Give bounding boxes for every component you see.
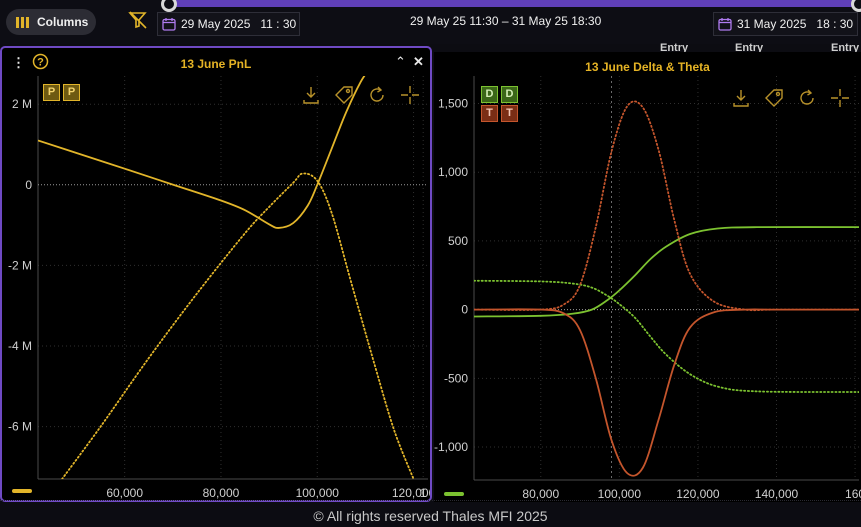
series-line-1 <box>61 172 415 479</box>
panel-title: 13 June Delta & Theta <box>585 60 710 74</box>
y-tick-label: 1,000 <box>438 165 468 179</box>
pnl-chart-panel: 2 M 0 -2 M -4 M -6 M 60,000 80,000 100,000 120,0… <box>0 46 432 502</box>
y-tick-label: 0 <box>25 178 32 192</box>
chart-toolbar <box>301 85 421 110</box>
legend-item-pnl-today[interactable]: P <box>43 84 60 101</box>
start-date-text: 29 May 2025 <box>181 17 251 31</box>
crosshair-icon[interactable] <box>401 86 419 104</box>
legend-item-delta-today[interactable]: D <box>481 86 498 103</box>
calendar-icon <box>162 18 176 31</box>
crosshair-icon[interactable] <box>831 89 849 107</box>
x-tick-label: 140,000 <box>755 487 799 501</box>
time-range-slider[interactable] <box>161 0 861 12</box>
copyright-footer: © All rights reserved Thales MFI 2025 <box>313 508 548 524</box>
pnl-chart[interactable]: 2 M0-2 M-4 M-6 M60,000 80,000 100,000 120,0… <box>2 48 430 500</box>
download-icon[interactable] <box>733 90 749 107</box>
y-tick-label: 0 <box>461 303 468 317</box>
reset-icon[interactable] <box>370 86 384 102</box>
y-tick-label: -500 <box>444 371 468 385</box>
x-tick-label: 100,000 <box>598 487 642 501</box>
start-time-text: 11 : 30 <box>260 17 297 31</box>
panel-drag-handle[interactable] <box>444 492 464 496</box>
x-tick-label: 160 <box>845 487 861 501</box>
download-icon[interactable] <box>303 87 319 104</box>
columns-icon <box>16 16 29 28</box>
status-divider <box>0 500 861 502</box>
x-tick-label: 80,000 <box>203 486 240 500</box>
slider-end-handle[interactable] <box>851 0 861 12</box>
collapse-icon[interactable]: ⌃ <box>395 55 406 68</box>
y-tick-label: -4 M <box>8 339 32 353</box>
top-toolbar: Columns 29 May 2025 11 : 30 29 May 25 11… <box>0 0 861 54</box>
x-tick-label: 60,000 <box>106 486 143 500</box>
end-time-text: 18 : 30 <box>816 17 854 31</box>
start-date-field[interactable]: 29 May 2025 11 : 30 <box>157 12 300 36</box>
chart-toolbar <box>731 88 851 113</box>
legend-item-theta-expiry[interactable]: T <box>501 105 518 122</box>
slider-start-handle[interactable] <box>161 0 177 12</box>
legend-item-pnl-expiry[interactable]: P <box>63 84 80 101</box>
reset-icon[interactable] <box>800 89 814 105</box>
filter-off-icon[interactable] <box>128 10 148 30</box>
columns-label: Columns <box>37 15 89 29</box>
close-icon[interactable]: ✕ <box>413 55 424 68</box>
series-line-3 <box>474 100 859 312</box>
legend-item-theta-today[interactable]: T <box>481 105 498 122</box>
panel-title: 13 June PnL <box>180 57 252 71</box>
y-tick-label: -6 M <box>8 420 32 434</box>
delta-theta-legend: D D T T <box>481 86 518 122</box>
tag-icon[interactable] <box>765 89 783 107</box>
calendar-icon <box>718 18 732 31</box>
y-tick-label: 2 M <box>12 97 32 111</box>
date-range-label: 29 May 25 11:30 – 31 May 25 18:30 <box>410 14 602 28</box>
y-tick-label: -2 M <box>8 258 32 272</box>
y-tick-label: 500 <box>448 234 468 248</box>
end-date-text: 31 May 2025 <box>737 17 807 31</box>
x-tick-label: 120,000 <box>676 487 720 501</box>
end-date-field[interactable]: 31 May 2025 18 : 30 <box>713 12 858 36</box>
y-tick-label: 1,500 <box>438 96 468 110</box>
legend-item-delta-expiry[interactable]: D <box>501 86 518 103</box>
x-tick-label: 100,000 <box>296 486 340 500</box>
x-tick-label: 80,000 <box>522 487 559 501</box>
x-tick-label: 1 <box>420 486 427 500</box>
panel-drag-handle[interactable] <box>12 489 32 493</box>
pnl-legend: P P <box>43 84 80 101</box>
delta-theta-chart-panel: 1,500 1,000 500 0 -500 -1,000 80,000 100,000 120… <box>434 52 861 502</box>
tag-icon[interactable] <box>335 86 353 104</box>
series-line-1 <box>474 279 859 393</box>
y-tick-label: -1,000 <box>434 440 468 454</box>
columns-button[interactable]: Columns <box>6 9 96 35</box>
